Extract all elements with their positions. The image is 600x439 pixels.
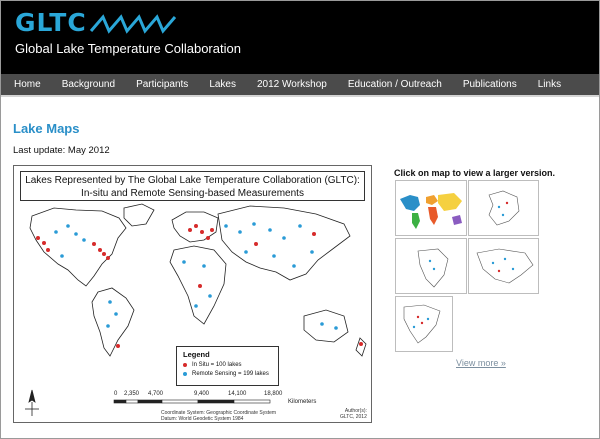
insitu-lake-dot bbox=[194, 224, 198, 228]
site-header: GLTC Global Lake Temperature Collaborati… bbox=[1, 1, 599, 74]
nav-background[interactable]: Background bbox=[62, 79, 115, 90]
remote-lake-dot bbox=[66, 224, 70, 228]
insitu-lake-dot bbox=[188, 228, 192, 232]
remote-lake-dot bbox=[310, 250, 314, 254]
view-more-link[interactable]: View more » bbox=[456, 358, 506, 368]
thumbnail-asia[interactable] bbox=[468, 238, 539, 294]
remote-lake-dot bbox=[334, 326, 338, 330]
insitu-lake-dot bbox=[210, 228, 214, 232]
remote-dot-icon bbox=[183, 372, 187, 376]
site-tagline: Global Lake Temperature Collaboration bbox=[15, 41, 241, 56]
author-note: Author(s): GLTC, 2012 bbox=[340, 408, 367, 420]
insitu-lake-dot bbox=[36, 236, 40, 240]
remote-lake-dot bbox=[194, 304, 198, 308]
north-arrow-icon bbox=[25, 389, 39, 416]
remote-lake-dot bbox=[182, 260, 186, 264]
remote-lake-dot bbox=[54, 230, 58, 234]
wave-logo-icon bbox=[89, 14, 177, 34]
world-colored-map-thumbnail-icon bbox=[400, 193, 462, 229]
europe-map-thumbnail-icon bbox=[488, 190, 520, 226]
insitu-lake-dot bbox=[254, 242, 258, 246]
insitu-lake-dot bbox=[98, 248, 102, 252]
nav-2012-workshop[interactable]: 2012 Workshop bbox=[257, 79, 327, 90]
insitu-lake-dot bbox=[46, 248, 50, 252]
thumbnail-heading: Click on map to view a larger version. bbox=[394, 168, 556, 178]
remote-lake-dot bbox=[272, 254, 276, 258]
thumbnail-world[interactable] bbox=[395, 180, 467, 236]
legend-title: Legend bbox=[183, 350, 210, 359]
page-title: Lake Maps bbox=[13, 121, 80, 136]
coordinate-note: Coordinate System: Geographic Coordinate… bbox=[161, 410, 277, 422]
insitu-dot-icon bbox=[183, 363, 187, 367]
nav-participants[interactable]: Participants bbox=[136, 79, 188, 90]
site-logo[interactable]: GLTC bbox=[15, 8, 87, 37]
insitu-lake-dot bbox=[359, 342, 363, 346]
insitu-lake-dot bbox=[106, 256, 110, 260]
remote-lake-dot bbox=[208, 294, 212, 298]
insitu-lake-dot bbox=[92, 242, 96, 246]
south-america-outline bbox=[91, 287, 135, 357]
remote-lake-dot bbox=[202, 264, 206, 268]
remote-lake-dot bbox=[224, 224, 228, 228]
insitu-lake-dot bbox=[116, 344, 120, 348]
main-nav: Home Background Participants Lakes 2012 … bbox=[1, 74, 599, 95]
nav-divider bbox=[1, 95, 599, 97]
new-zealand-outline bbox=[355, 337, 367, 357]
remote-lake-dot bbox=[268, 228, 272, 232]
last-update: Last update: May 2012 bbox=[13, 145, 110, 156]
remote-lake-dot bbox=[252, 222, 256, 226]
north-america-map-thumbnail-icon bbox=[403, 304, 441, 344]
insitu-lake-dot bbox=[200, 230, 204, 234]
insitu-lake-dot bbox=[42, 241, 46, 245]
remote-lake-dot bbox=[282, 236, 286, 240]
nav-lakes[interactable]: Lakes bbox=[209, 79, 236, 90]
africa-outline bbox=[169, 245, 227, 325]
remote-lake-dot bbox=[108, 300, 112, 304]
remote-lake-dot bbox=[60, 254, 64, 258]
map-legend: Legend In Situ = 100 lakes Remote Sensin… bbox=[176, 346, 279, 386]
legend-remote: Remote Sensing = 199 lakes bbox=[183, 371, 272, 377]
thumbnail-europe[interactable] bbox=[468, 180, 539, 236]
thumbnail-africa[interactable] bbox=[395, 238, 467, 294]
nav-publications[interactable]: Publications bbox=[463, 79, 517, 90]
legend-insitu: In Situ = 100 lakes bbox=[183, 362, 272, 368]
nav-education-outreach[interactable]: Education / Outreach bbox=[348, 79, 442, 90]
insitu-lake-dot bbox=[102, 252, 106, 256]
remote-lake-dot bbox=[106, 324, 110, 328]
asia-map-thumbnail-icon bbox=[476, 248, 534, 284]
remote-lake-dot bbox=[298, 224, 302, 228]
insitu-lake-dot bbox=[312, 232, 316, 236]
remote-lake-dot bbox=[320, 322, 324, 326]
scale-bar bbox=[113, 399, 271, 404]
world-lakes-map[interactable]: Lakes Represented by The Global Lake Tem… bbox=[13, 165, 372, 423]
thumbnail-north-america[interactable] bbox=[395, 296, 453, 352]
remote-lake-dot bbox=[82, 238, 86, 242]
nav-links[interactable]: Links bbox=[538, 79, 561, 90]
remote-lake-dot bbox=[292, 264, 296, 268]
insitu-lake-dot bbox=[206, 236, 210, 240]
greenland-outline bbox=[123, 203, 155, 227]
asia-outline bbox=[217, 205, 351, 281]
remote-lake-dot bbox=[74, 232, 78, 236]
north-america-outline bbox=[29, 207, 127, 287]
africa-map-thumbnail-icon bbox=[417, 248, 449, 288]
nav-home[interactable]: Home bbox=[14, 79, 41, 90]
insitu-lake-dot bbox=[198, 284, 202, 288]
remote-lake-dot bbox=[244, 250, 248, 254]
map-title: Lakes Represented by The Global Lake Tem… bbox=[20, 171, 365, 201]
remote-lake-dot bbox=[114, 312, 118, 316]
remote-lake-dot bbox=[238, 230, 242, 234]
australia-outline bbox=[303, 309, 349, 343]
